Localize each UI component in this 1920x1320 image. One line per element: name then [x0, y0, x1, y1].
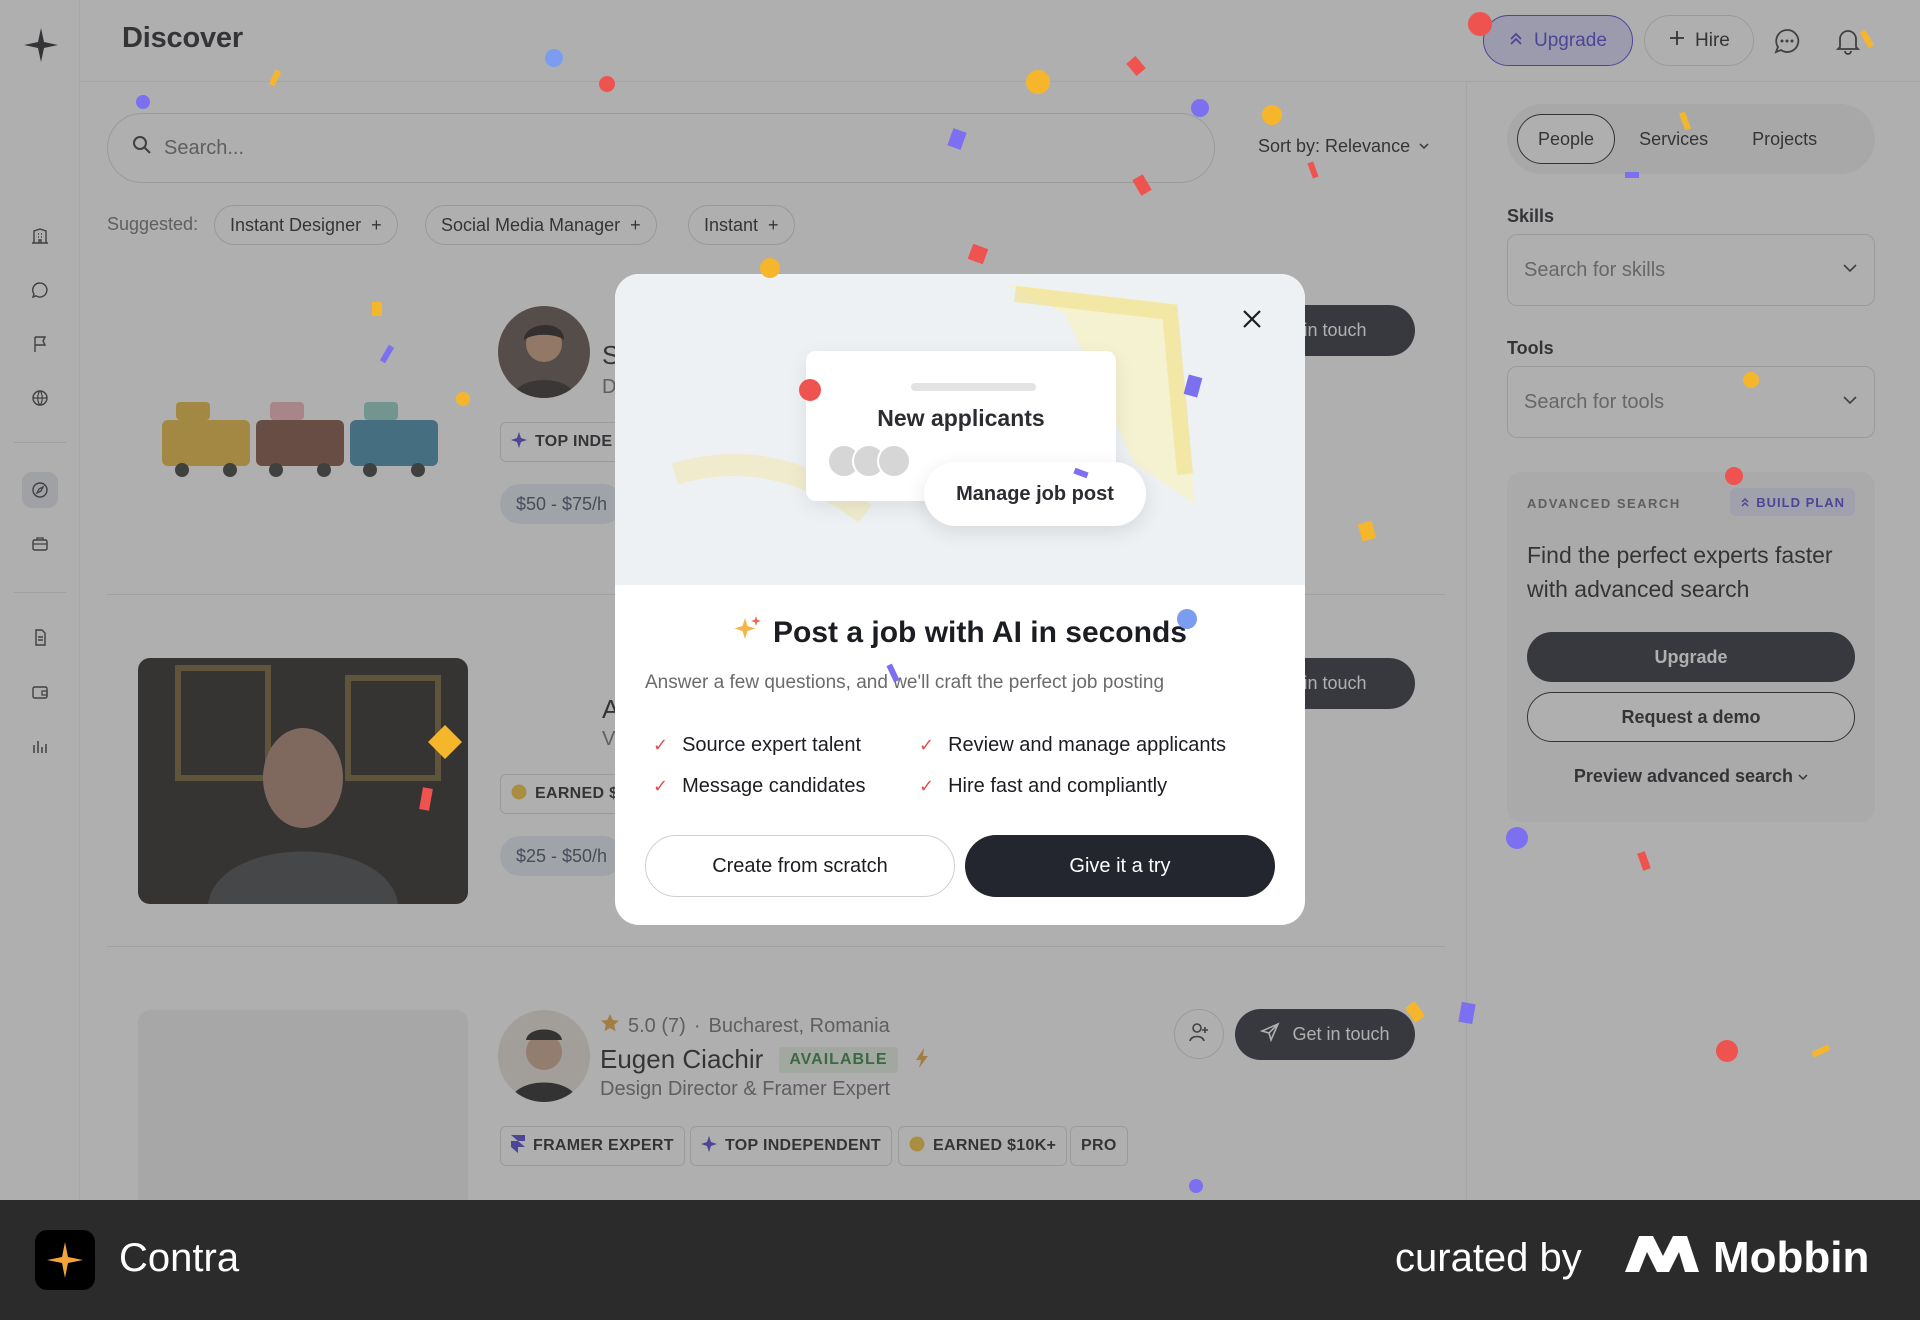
feature-label: Review and manage applicants: [948, 734, 1227, 756]
feature-label: Hire fast and compliantly: [948, 775, 1168, 797]
contra-app-icon: [35, 1230, 95, 1290]
feature-label: Message candidates: [682, 775, 866, 797]
manage-job-post-pill: Manage job post: [924, 462, 1146, 526]
modal-illustration: New applicants Manage job post: [615, 274, 1305, 585]
footer-bar: Contra curated by Mobbin: [0, 1200, 1920, 1320]
check-icon: ✓: [919, 776, 935, 796]
sparkles-icon: [733, 614, 763, 652]
applicants-title: New applicants: [877, 405, 1045, 431]
post-job-modal: New applicants Manage job post Post a jo…: [615, 274, 1305, 925]
modal-title: Post a job with AI in seconds: [773, 616, 1187, 649]
app-name: Contra: [119, 1236, 240, 1280]
mobbin-logo: Mobbin: [1625, 1232, 1869, 1283]
feature-item: ✓ Review and manage applicants: [919, 734, 1226, 757]
applicant-avatar: [877, 444, 911, 478]
give-it-a-try-button[interactable]: Give it a try: [965, 835, 1275, 897]
mobbin-brand: Mobbin: [1713, 1232, 1870, 1282]
close-icon[interactable]: [1237, 304, 1267, 334]
curated-by-label: curated by: [1395, 1236, 1582, 1280]
feature-item: ✓ Source expert talent: [653, 734, 861, 757]
feature-item: ✓ Message candidates: [653, 775, 866, 798]
modal-subtitle: Answer a few questions, and we'll craft …: [645, 672, 1165, 693]
placeholder-bar: [911, 383, 1036, 391]
app-window: Discover Upgrade Hire Search... Sort by:…: [0, 0, 1920, 1200]
check-icon: ✓: [919, 735, 935, 755]
mobbin-logo-icon: [1625, 1232, 1699, 1283]
modal-title-row: Post a job with AI in seconds: [615, 614, 1305, 652]
feature-item: ✓ Hire fast and compliantly: [919, 775, 1167, 798]
feature-label: Source expert talent: [682, 734, 862, 756]
create-from-scratch-button[interactable]: Create from scratch: [645, 835, 955, 897]
check-icon: ✓: [653, 735, 669, 755]
check-icon: ✓: [653, 776, 669, 796]
